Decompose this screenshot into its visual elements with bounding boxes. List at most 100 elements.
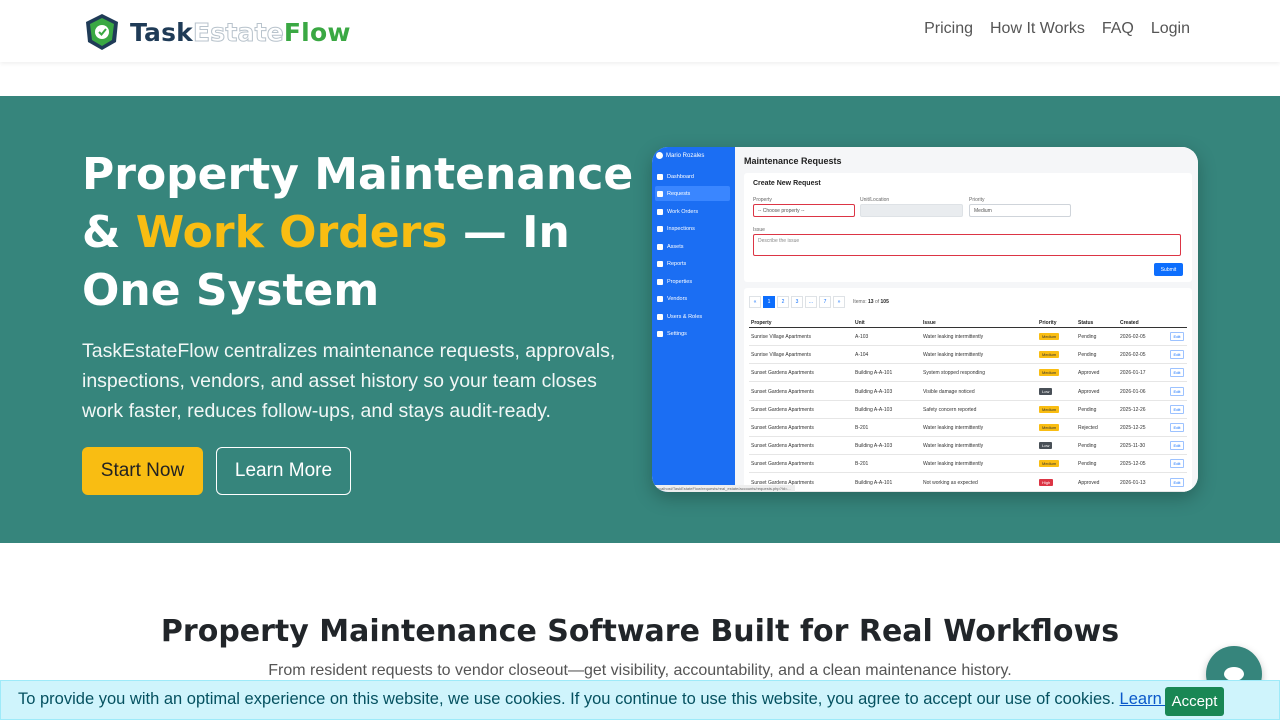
hero-title-amp: & (82, 207, 136, 258)
cell-status: Approved (1078, 388, 1100, 395)
dashboard-icon (657, 173, 663, 180)
nav-pricing[interactable]: Pricing (924, 20, 973, 38)
cell-status: Pending (1078, 352, 1097, 359)
cell-issue: System stopped responding (923, 370, 985, 377)
cell-property: Sunset Gardens Apartments (751, 443, 814, 450)
hero-subtitle: TaskEstateFlow centralizes maintenance r… (82, 340, 616, 422)
priority-badge: High (1039, 478, 1054, 486)
sidebar-label: Assets (667, 243, 684, 250)
cookie-text: To provide you with an optimal experienc… (18, 690, 1204, 709)
property-label: Property (753, 197, 772, 203)
sidebar-item-work-orders: Work Orders (655, 204, 730, 219)
cookie-accept-button[interactable]: Accept (1165, 687, 1224, 716)
nav-login[interactable]: Login (1151, 20, 1190, 38)
hero-title-line1: Property Maintenance (82, 149, 634, 200)
items-count: Items: 13 of 105 (853, 299, 889, 305)
cell-unit: B-201 (855, 425, 869, 431)
brand-logo[interactable]: TaskEstateFlow (82, 12, 351, 52)
cell-created: 2026-01-06 (1120, 388, 1146, 395)
edit-button: Edit (1170, 404, 1184, 414)
building-icon (657, 278, 663, 285)
nav-faq[interactable]: FAQ (1102, 20, 1134, 38)
edit-button: Edit (1170, 386, 1184, 396)
chat-icon (1224, 667, 1244, 681)
main-nav: Pricing How It Works FAQ Login (924, 20, 1190, 38)
cell-status: Approved (1078, 370, 1100, 377)
users-icon (657, 313, 663, 320)
unit-input (860, 204, 963, 217)
cookie-message: To provide you with an optimal experienc… (18, 690, 1115, 708)
cell-property: Sunset Gardens Apartments (751, 388, 814, 395)
cell-property: Sunrise Village Apartments (751, 352, 811, 359)
nav-how-it-works[interactable]: How It Works (990, 20, 1085, 38)
sidebar-label: Work Orders (667, 208, 699, 215)
cell-property: Sunset Gardens Apartments (751, 425, 814, 431)
priority-badge: Medium (1039, 333, 1060, 340)
priority-badge: Low (1039, 387, 1053, 395)
priority-badge: Low (1039, 442, 1053, 450)
cell-created: 2026-01-13 (1120, 479, 1146, 486)
sidebar-item-inspections: Inspections (655, 221, 730, 236)
cell-status: Pending (1078, 461, 1097, 468)
logo-text-estate: Estate (193, 17, 285, 47)
sidebar-label: Settings (667, 330, 687, 337)
priority-select: Medium (969, 204, 1071, 217)
table-row: Sunrise Village Apartments A-103 Water lea… (749, 328, 1187, 346)
edit-button: Edit (1170, 350, 1184, 360)
chart-icon (657, 260, 663, 267)
user-avatar-icon (656, 152, 663, 159)
col-issue: Issue (923, 320, 936, 326)
status-url: localhost/TaskEstateFlow/requests/real_e… (652, 485, 795, 492)
sidebar-item-settings: Settings (655, 326, 730, 341)
form-title: Create New Request (753, 180, 821, 187)
truck-icon (657, 295, 663, 302)
app-sidebar: Mario Rozales Dashboard Requests Work Or… (652, 147, 735, 492)
sidebar-item-users-roles: Users & Roles (655, 309, 730, 324)
learn-more-button[interactable]: Learn More (216, 447, 351, 495)
cell-unit: Building A-A-103 (855, 443, 893, 450)
col-priority: Priority (1039, 320, 1057, 326)
table-row: Sunset Gardens Apartments B-201 Water leak… (749, 419, 1187, 437)
items-range: 13 (868, 299, 874, 305)
sidebar-item-assets: Assets (655, 239, 730, 254)
items-prefix: Items (853, 299, 866, 305)
cell-created: 2026-01-17 (1120, 370, 1146, 377)
cell-issue: Water leaking intermittently (923, 461, 984, 468)
sidebar-item-dashboard: Dashboard (655, 169, 730, 184)
sidebar-item-vendors: Vendors (655, 291, 730, 306)
cell-unit: B-201 (855, 461, 869, 468)
hero-title-accent: Work Orders (135, 207, 448, 258)
sidebar-label: Users & Roles (667, 313, 703, 320)
cell-unit: A-103 (855, 334, 869, 340)
edit-button: Edit (1170, 459, 1184, 469)
cell-created: 2025-12-05 (1120, 461, 1146, 468)
col-unit: Unit (855, 320, 865, 326)
cell-property: Sunset Gardens Apartments (751, 406, 814, 413)
sidebar-label: Requests (667, 190, 691, 197)
priority-badge: Medium (1039, 460, 1060, 468)
cell-issue: Water leaking intermittently (923, 425, 984, 431)
cell-created: 2025-12-25 (1120, 425, 1146, 431)
table-row: Sunset Gardens Apartments Building A-A-10… (749, 437, 1187, 456)
tools-icon (657, 208, 663, 215)
cell-unit: Building A-A-103 (855, 406, 893, 413)
start-now-button[interactable]: Start Now (82, 447, 203, 495)
logo-wordmark: TaskEstateFlow (130, 17, 351, 47)
hero-title: Property Maintenance & Work Orders — In O… (82, 146, 642, 320)
cell-created: 2026-02-05 (1120, 352, 1146, 359)
issue-label: Issue (753, 227, 765, 233)
cell-status: Pending (1078, 443, 1097, 450)
col-created: Created (1120, 320, 1139, 326)
edit-button: Edit (1170, 423, 1184, 432)
logo-icon (86, 14, 118, 50)
page-1: 1 (763, 296, 775, 308)
cell-property: Sunset Gardens Apartments (751, 461, 814, 468)
table-row: Sunset Gardens Apartments Building A-A-10… (749, 401, 1187, 419)
table-row: Sunrise Village Apartments A-104 Water lea… (749, 346, 1187, 365)
cell-created: 2025-12-26 (1120, 406, 1146, 413)
priority-label: Priority (969, 197, 985, 203)
app-page-title: Maintenance Requests (744, 156, 842, 166)
priority-badge: Medium (1039, 405, 1060, 413)
table-header: Property Unit Issue Priority Status Crea… (749, 318, 1187, 328)
priority-badge: Medium (1039, 351, 1060, 359)
